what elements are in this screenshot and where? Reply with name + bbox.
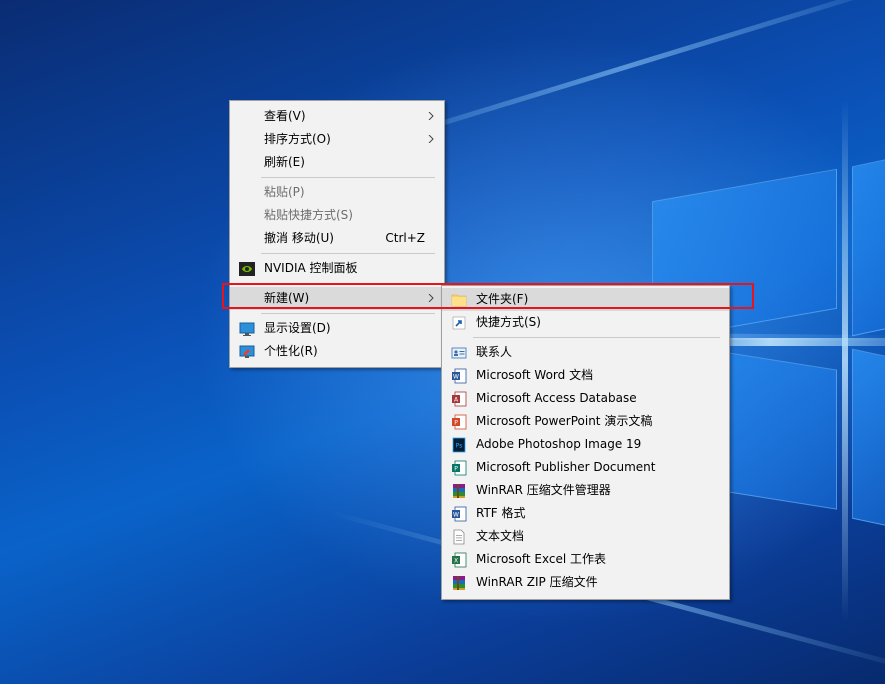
wallpaper-light-vertical xyxy=(842,100,848,620)
text-document-icon xyxy=(453,529,465,545)
nvidia-icon xyxy=(239,262,255,276)
menu-item-sort-by[interactable]: 排序方式(O) xyxy=(230,128,444,151)
desktop-context-menu: 查看(V) 排序方式(O) 刷新(E) 粘贴(P) 粘贴快捷方式(S) 撤消 移… xyxy=(229,100,445,368)
submenu-item-excel-worksheet[interactable]: X Microsoft Excel 工作表 xyxy=(442,548,729,571)
chevron-right-icon xyxy=(428,112,434,120)
menu-item-label: 新建(W) xyxy=(264,291,310,305)
submenu-item-rtf[interactable]: W RTF 格式 xyxy=(442,502,729,525)
menu-item-label: 撤消 移动(U) xyxy=(264,231,334,245)
submenu-item-access-database[interactable]: A Microsoft Access Database xyxy=(442,387,729,410)
submenu-item-winrar-archive[interactable]: WinRAR 压缩文件管理器 xyxy=(442,479,729,502)
menu-item-shortcut: Ctrl+Z xyxy=(385,231,425,245)
personalize-icon xyxy=(239,345,255,358)
wallpaper-window-pane xyxy=(852,348,885,532)
word-icon: W xyxy=(452,368,467,384)
submenu-item-label: WinRAR ZIP 压缩文件 xyxy=(476,575,598,589)
submenu-item-contact[interactable]: 联系人 xyxy=(442,341,729,364)
submenu-item-label: Adobe Photoshop Image 19 xyxy=(476,437,642,451)
svg-text:P: P xyxy=(454,420,458,427)
menu-separator xyxy=(230,280,444,287)
svg-text:W: W xyxy=(453,374,459,381)
submenu-item-label: Microsoft Excel 工作表 xyxy=(476,552,607,566)
menu-item-label: NVIDIA 控制面板 xyxy=(264,261,358,275)
excel-icon: X xyxy=(452,552,467,568)
menu-item-nvidia-control-panel[interactable]: NVIDIA 控制面板 xyxy=(230,257,444,280)
menu-item-label: 显示设置(D) xyxy=(264,321,331,335)
submenu-item-label: 文本文档 xyxy=(476,529,525,543)
menu-item-label: 排序方式(O) xyxy=(264,132,331,146)
submenu-item-folder[interactable]: 文件夹(F) xyxy=(442,288,729,311)
submenu-item-label: Microsoft Publisher Document xyxy=(476,460,656,474)
menu-separator xyxy=(442,334,729,341)
shortcut-icon xyxy=(452,316,466,330)
submenu-item-label: Microsoft PowerPoint 演示文稿 xyxy=(476,414,653,428)
menu-item-label: 粘贴(P) xyxy=(264,185,305,199)
menu-item-personalize[interactable]: 个性化(R) xyxy=(230,340,444,363)
submenu-item-powerpoint[interactable]: P Microsoft PowerPoint 演示文稿 xyxy=(442,410,729,433)
powerpoint-icon: P xyxy=(452,414,467,430)
submenu-item-label: Microsoft Access Database xyxy=(476,391,637,405)
display-icon xyxy=(239,322,255,336)
submenu-item-label: Microsoft Word 文档 xyxy=(476,368,594,382)
photoshop-icon: Ps xyxy=(452,437,466,453)
menu-item-view[interactable]: 查看(V) xyxy=(230,105,444,128)
menu-separator xyxy=(230,310,444,317)
menu-item-paste-shortcut[interactable]: 粘贴快捷方式(S) xyxy=(230,204,444,227)
menu-item-paste[interactable]: 粘贴(P) xyxy=(230,181,444,204)
submenu-item-label: 联系人 xyxy=(476,345,513,359)
submenu-item-label: RTF 格式 xyxy=(476,506,526,520)
chevron-right-icon xyxy=(428,135,434,143)
menu-item-label: 个性化(R) xyxy=(264,344,318,358)
submenu-item-text-document[interactable]: 文本文档 xyxy=(442,525,729,548)
rtf-icon: W xyxy=(452,506,467,522)
menu-item-label: 粘贴快捷方式(S) xyxy=(264,208,353,222)
svg-text:X: X xyxy=(454,558,458,565)
chevron-right-icon xyxy=(428,294,434,302)
svg-text:P: P xyxy=(454,466,458,473)
submenu-item-label: 文件夹(F) xyxy=(476,292,529,306)
winrar-zip-icon xyxy=(453,576,465,590)
menu-item-undo-move[interactable]: 撤消 移动(U) Ctrl+Z xyxy=(230,227,444,250)
submenu-item-winrar-zip[interactable]: WinRAR ZIP 压缩文件 xyxy=(442,571,729,594)
access-icon: A xyxy=(452,391,467,407)
svg-text:Ps: Ps xyxy=(456,443,463,450)
winrar-icon xyxy=(453,484,465,498)
submenu-item-label: WinRAR 压缩文件管理器 xyxy=(476,483,611,497)
contact-icon xyxy=(451,347,467,359)
menu-item-label: 刷新(E) xyxy=(264,155,305,169)
submenu-item-photoshop-image[interactable]: Ps Adobe Photoshop Image 19 xyxy=(442,433,729,456)
menu-separator xyxy=(230,174,444,181)
publisher-icon: P xyxy=(452,460,467,476)
menu-item-display-settings[interactable]: 显示设置(D) xyxy=(230,317,444,340)
svg-text:W: W xyxy=(453,512,459,519)
folder-icon xyxy=(451,294,467,307)
submenu-item-publisher-document[interactable]: P Microsoft Publisher Document xyxy=(442,456,729,479)
submenu-item-shortcut[interactable]: 快捷方式(S) xyxy=(442,311,729,334)
menu-item-label: 查看(V) xyxy=(264,109,306,123)
menu-item-refresh[interactable]: 刷新(E) xyxy=(230,151,444,174)
submenu-item-label: 快捷方式(S) xyxy=(476,315,541,329)
menu-separator xyxy=(230,250,444,257)
wallpaper-window-pane xyxy=(852,153,885,337)
new-submenu: 文件夹(F) 快捷方式(S) 联系人 W Microsoft Word 文档 A… xyxy=(441,285,730,600)
submenu-item-word-document[interactable]: W Microsoft Word 文档 xyxy=(442,364,729,387)
menu-item-new[interactable]: 新建(W) xyxy=(230,287,444,310)
